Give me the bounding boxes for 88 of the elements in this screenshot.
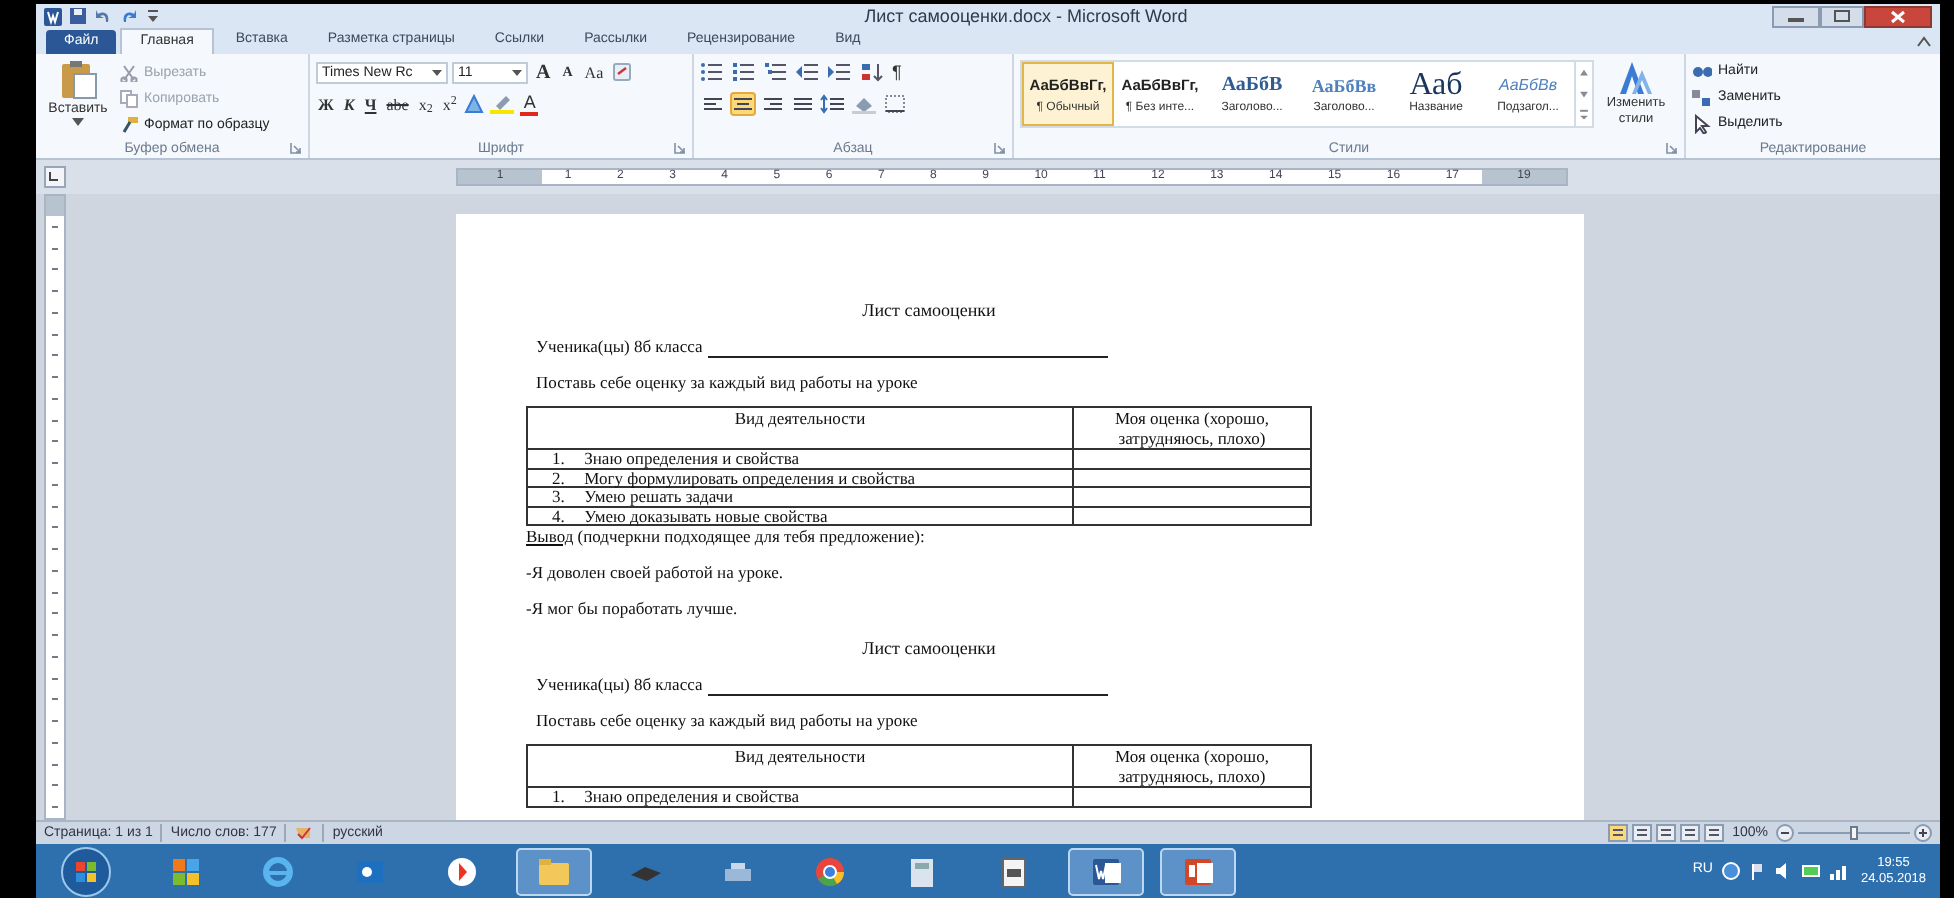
justify-button[interactable] [790,92,816,116]
strikethrough-button[interactable]: abe [384,93,411,115]
document-heading: Лист самооценки [860,298,998,322]
letters-a-icon [1616,60,1656,96]
outline-icon[interactable] [1680,824,1701,842]
document-heading: Лист самооценки [860,636,998,660]
highlighter-icon[interactable] [490,94,515,114]
document-text: Ученика(цы) 8б класса [536,336,703,358]
binoculars-icon [1692,61,1712,81]
multilevel-list-icon[interactable] [764,62,788,82]
scissors-icon [120,64,138,82]
subscript-button[interactable]: x$_{2}$ [416,93,435,115]
table-header-cell: Моя оценка (хорошо, затрудняюсь, плохо) [1073,745,1311,787]
vertical-ruler[interactable] [44,194,66,820]
align-lines-icon [792,94,814,114]
align-center-button[interactable] [730,92,756,116]
cursor-icon [1692,113,1712,133]
document-text: -Я мог бы поработать лучше. [526,598,740,620]
document-text: Вывод (подчеркни подходящее для тебя предложение): [526,526,927,548]
zoom-slider-thumb[interactable] [1850,826,1858,840]
line-spacing-icon[interactable] [820,94,848,114]
zoom-out-icon[interactable] [1776,824,1794,842]
bold-button[interactable]: Ж [316,93,336,115]
presentation-icon[interactable] [1160,847,1236,895]
window-title: Лист самооценки.docx - Microsoft Word [864,4,1188,28]
full-screen-reading-icon[interactable] [1632,824,1653,842]
close-icon[interactable] [1864,5,1932,27]
superscript-button[interactable]: x$^{2}$ [440,93,459,115]
dialog-launcher-icon[interactable] [994,142,1006,154]
flag-icon[interactable] [1750,862,1765,880]
table-header-cell: Вид деятельности [527,745,1073,787]
align-lines-icon [702,94,724,114]
document-text: Ученика(цы) 8б класса [536,674,703,696]
clipboard-icon [58,60,98,100]
underline-button[interactable]: Ч [362,93,379,115]
caret-icon [72,118,84,126]
minimize-icon[interactable] [1772,5,1820,27]
save-icon[interactable] [70,8,86,24]
web-layout-icon[interactable] [1656,824,1677,842]
document-text: Поставь себе оценку за каждый вид работы на уроке [536,710,920,732]
table-cell: 4. Умею доказывать новые свойства [527,506,1073,525]
app-icon[interactable] [44,7,62,25]
redo-icon[interactable] [120,8,138,24]
align-lines-icon [732,94,754,114]
numbering-icon[interactable] [732,62,756,82]
grow-font-button[interactable]: A [532,61,555,83]
show-formatting-marks-button[interactable]: ¶ [892,62,902,82]
document-text: -Я доволен своей работой на уроке. [526,562,786,584]
clear-formatting-icon[interactable] [611,62,632,82]
align-left-button[interactable] [700,92,726,116]
draft-icon[interactable] [1704,824,1725,842]
caret-icon [512,69,522,75]
folder-icon[interactable] [516,847,592,895]
document-text: Поставь себе оценку за каждый вид работы на уроке [536,372,920,394]
italic-button[interactable]: К [341,93,357,115]
dialog-launcher-icon[interactable] [1666,142,1678,154]
align-lines-icon [762,94,784,114]
caret-icon [432,69,442,75]
zoom-in-icon[interactable] [1914,824,1932,842]
replace-icon [1692,87,1712,107]
battery-icon[interactable] [1802,862,1821,880]
copy-icon [120,90,138,108]
bullets-icon[interactable] [700,62,724,82]
increase-indent-icon[interactable] [828,62,852,82]
table-header-cell: Вид деятельности [527,407,1073,449]
font-color-button[interactable]: A [520,93,539,115]
table-cell: 1. Знаю определения и свойства [527,449,1073,468]
word-icon[interactable] [1068,847,1144,895]
sort-icon[interactable] [860,62,884,82]
decrease-indent-icon[interactable] [796,62,820,82]
table-cell: 1. Знаю определения и свойства [527,787,1073,806]
start-button[interactable] [60,845,112,897]
undo-icon[interactable] [94,8,112,24]
text-effects-icon[interactable] [464,94,485,114]
dialog-launcher-icon[interactable] [674,142,686,154]
table-header-cell: Моя оценка (хорошо, затрудняюсь, плохо) [1073,407,1311,449]
dialog-launcher-icon[interactable] [290,142,302,154]
maximize-icon[interactable] [1820,5,1864,27]
change-case-button[interactable]: Aa [580,61,608,83]
table-cell: 2. Могу формулировать определения и свойства [527,468,1073,487]
table-cell: 3. Умею решать задачи [527,487,1073,506]
tab-selector-icon[interactable] [44,166,66,188]
brush-icon [120,116,138,134]
align-right-button[interactable] [760,92,786,116]
proofing-icon[interactable] [294,824,315,842]
signal-icon[interactable] [1830,862,1851,880]
print-layout-icon[interactable] [1608,824,1629,842]
customize-icon[interactable] [146,8,160,24]
